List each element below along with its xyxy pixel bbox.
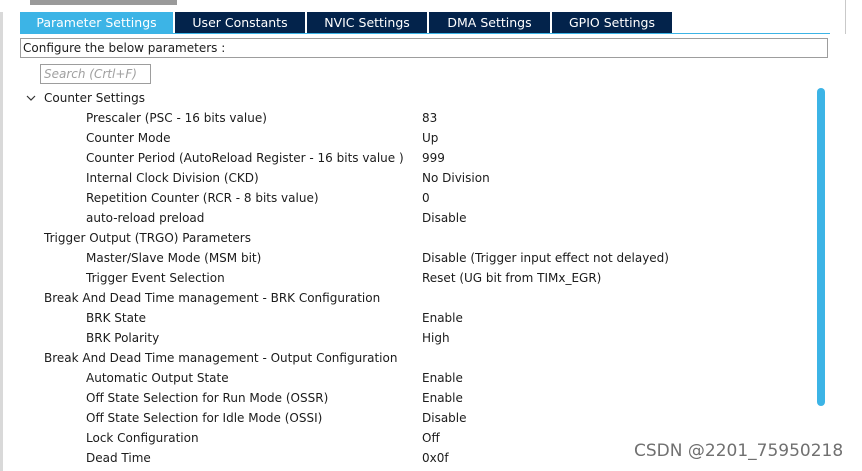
parameter-label: Trigger Event Selection xyxy=(86,271,225,285)
parameter-row[interactable]: Counter Period (AutoReload Register - 16… xyxy=(20,148,810,168)
parameter-label: Master/Slave Mode (MSM bit) xyxy=(86,251,262,265)
parameter-label: Prescaler (PSC - 16 bits value) xyxy=(86,111,267,125)
parameter-label: Internal Clock Division (CKD) xyxy=(86,171,259,185)
parameter-value[interactable]: Reset (UG bit from TIMx_EGR) xyxy=(422,268,601,288)
search-input[interactable]: Search (Crtl+F) xyxy=(40,64,151,84)
tab-gpio-settings[interactable]: GPIO Settings xyxy=(552,12,672,34)
category-label: Break And Dead Time management - Output … xyxy=(44,351,398,365)
config-header: Configure the below parameters : xyxy=(20,38,828,58)
parameter-value[interactable]: No Division xyxy=(422,168,490,188)
parameter-label: Dead Time xyxy=(86,451,151,465)
parameter-value[interactable]: 83 xyxy=(422,108,437,128)
parameter-row[interactable]: Prescaler (PSC - 16 bits value) 83 xyxy=(20,108,810,128)
left-border xyxy=(0,0,3,471)
top-strip xyxy=(0,0,862,12)
parameter-row[interactable]: BRK Polarity High xyxy=(20,328,810,348)
tab-user-constants[interactable]: User Constants xyxy=(175,12,305,34)
parameter-value[interactable]: 0 xyxy=(422,188,430,208)
scrollbar-thumb[interactable] xyxy=(817,88,825,406)
parameter-row[interactable]: BRK State Enable xyxy=(20,308,810,328)
parameter-row[interactable]: Repetition Counter (RCR - 8 bits value) 0 xyxy=(20,188,810,208)
parameter-row[interactable]: Internal Clock Division (CKD) No Division xyxy=(20,168,810,188)
parameter-label: BRK State xyxy=(86,311,147,325)
category-label: Trigger Output (TRGO) Parameters xyxy=(44,231,251,245)
parameter-label: Lock Configuration xyxy=(86,431,199,445)
tab-underline xyxy=(20,33,830,34)
parameter-value[interactable]: Off xyxy=(422,428,440,448)
parameter-row[interactable]: Counter Mode Up xyxy=(20,128,810,148)
parameter-label: auto-reload preload xyxy=(86,211,205,225)
tab-nvic-settings[interactable]: NVIC Settings xyxy=(307,12,427,34)
parameter-value[interactable]: Enable xyxy=(422,368,463,388)
watermark: CSDN @2201_75950218 xyxy=(634,441,844,461)
category-label: Break And Dead Time management - BRK Con… xyxy=(44,291,381,305)
parameter-value[interactable]: Disable (Trigger input effect not delaye… xyxy=(422,248,669,268)
parameter-row[interactable]: Trigger Event Selection Reset (UG bit fro… xyxy=(20,268,810,288)
parameter-row[interactable]: Off State Selection for Idle Mode (OSSI)… xyxy=(20,408,810,428)
parameter-value[interactable]: Disable xyxy=(422,408,467,428)
parameter-label: Off State Selection for Idle Mode (OSSI) xyxy=(86,411,323,425)
parameter-value[interactable]: Up xyxy=(422,128,438,148)
category-label: Counter Settings xyxy=(44,91,145,105)
parameter-value[interactable]: 999 xyxy=(422,148,445,168)
right-border xyxy=(845,0,846,34)
parameter-label: Counter Period (AutoReload Register - 16… xyxy=(86,151,404,165)
parameter-label: Repetition Counter (RCR - 8 bits value) xyxy=(86,191,319,205)
parameter-row[interactable]: Master/Slave Mode (MSM bit) Disable (Trig… xyxy=(20,248,810,268)
chevron-down-icon[interactable] xyxy=(25,88,37,108)
parameter-value[interactable]: Disable xyxy=(422,208,467,228)
category-row[interactable]: Counter Settings xyxy=(20,88,810,108)
tab-parameter-settings[interactable]: Parameter Settings xyxy=(20,12,173,34)
tab-bar: Parameter Settings User Constants NVIC S… xyxy=(20,12,674,34)
parameter-value[interactable]: Enable xyxy=(422,388,463,408)
top-grey-bar xyxy=(30,0,177,5)
category-row[interactable]: Break And Dead Time management - BRK Con… xyxy=(20,288,810,308)
tab-dma-settings[interactable]: DMA Settings xyxy=(429,12,550,34)
parameter-label: Counter Mode xyxy=(86,131,171,145)
parameter-label: Off State Selection for Run Mode (OSSR) xyxy=(86,391,329,405)
category-row[interactable]: Trigger Output (TRGO) Parameters xyxy=(20,228,810,248)
parameter-value[interactable]: 0x0f xyxy=(422,448,449,468)
parameter-value[interactable]: Enable xyxy=(422,308,463,328)
parameter-row[interactable]: auto-reload preload Disable xyxy=(20,208,810,228)
parameter-label: Automatic Output State xyxy=(86,371,229,385)
parameter-row[interactable]: Off State Selection for Run Mode (OSSR) E… xyxy=(20,388,810,408)
parameter-value[interactable]: High xyxy=(422,328,450,348)
parameter-label: BRK Polarity xyxy=(86,331,160,345)
category-row[interactable]: Break And Dead Time management - Output … xyxy=(20,348,810,368)
parameter-row[interactable]: Automatic Output State Enable xyxy=(20,368,810,388)
